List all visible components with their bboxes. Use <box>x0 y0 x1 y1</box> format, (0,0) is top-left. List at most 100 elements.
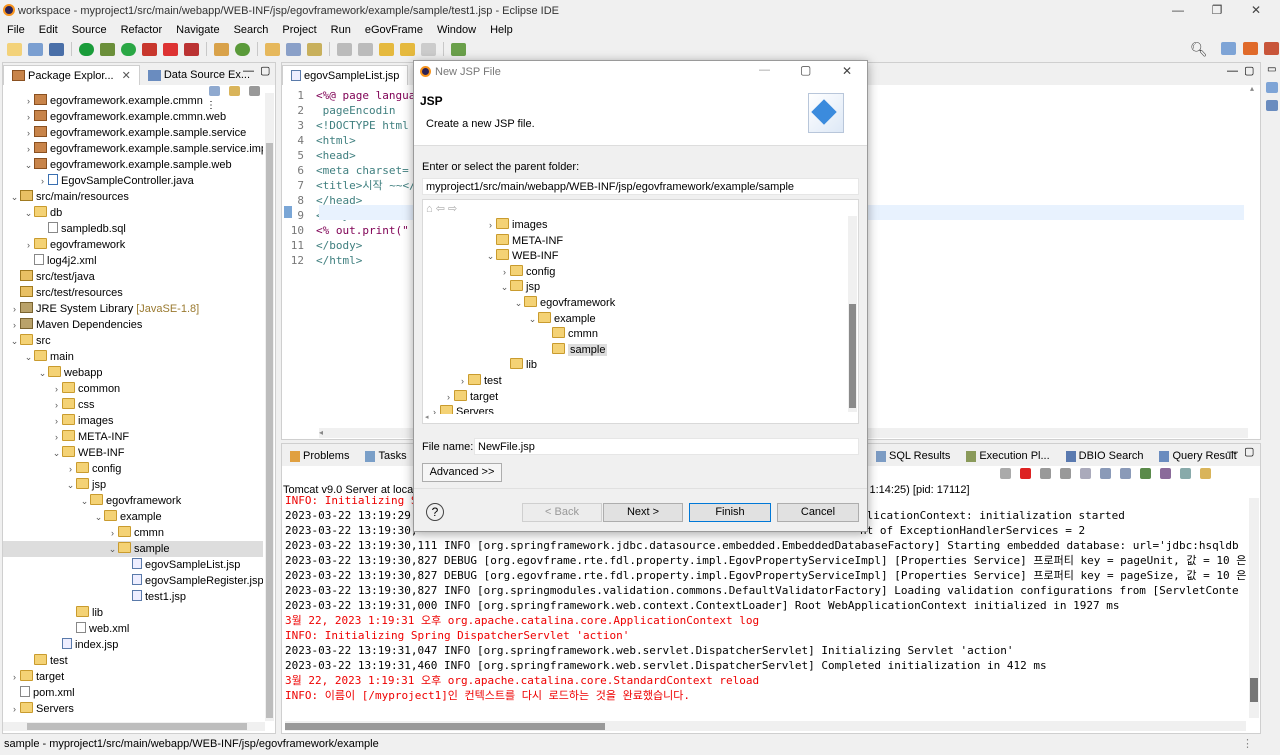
tree-item[interactable]: ⌄ db <box>3 205 263 221</box>
menu-egovframe[interactable]: eGovFrame <box>358 24 430 36</box>
console-horizontal-scrollbar[interactable] <box>285 721 1246 731</box>
tree-item[interactable]: › Servers <box>3 701 263 717</box>
menu-run[interactable]: Run <box>324 24 358 36</box>
tree-item[interactable]: web.xml <box>3 621 263 637</box>
tree-item[interactable]: › target <box>3 669 263 685</box>
tree-item[interactable]: › EgovSampleController.java <box>3 173 263 189</box>
tree-item[interactable]: › cmmn <box>3 525 263 541</box>
tree-item[interactable]: › images <box>3 413 263 429</box>
folder-tree-item[interactable]: cmmn <box>423 327 843 343</box>
open-type-icon[interactable] <box>265 42 280 56</box>
explorer-vertical-scrollbar[interactable] <box>265 93 274 721</box>
java-ee-perspective-icon[interactable] <box>1243 42 1258 55</box>
close-button[interactable]: ✕ <box>1236 0 1276 21</box>
run-icon[interactable] <box>121 42 136 56</box>
tree-item[interactable]: egovSampleList.jsp <box>3 557 263 573</box>
external-tools-icon[interactable] <box>184 42 199 56</box>
menu-navigate[interactable]: Navigate <box>169 24 226 36</box>
dialog-minimize-button[interactable]: — <box>759 64 770 76</box>
menu-edit[interactable]: Edit <box>32 24 65 36</box>
chevron-right-icon[interactable]: › <box>23 93 34 109</box>
tree-forward-icon[interactable]: ⇨ <box>448 203 457 215</box>
folder-tree-item[interactable]: ⌄ egovframework <box>423 295 843 312</box>
tree-item[interactable]: ⌄ main <box>3 349 263 365</box>
explorer-scroll-thumb[interactable] <box>266 143 273 718</box>
chevron-right-icon[interactable]: › <box>485 218 496 234</box>
tree-item[interactable]: src/test/resources <box>3 285 263 301</box>
chevron-down-icon[interactable]: ⌄ <box>37 365 48 381</box>
display-console-icon[interactable] <box>1180 468 1191 479</box>
chevron-down-icon[interactable]: ⌄ <box>527 312 538 328</box>
save-icon[interactable] <box>28 42 43 56</box>
chevron-down-icon[interactable]: ⌄ <box>51 445 62 461</box>
bottom-maximize-icon[interactable]: ▢ <box>1244 445 1254 458</box>
next-button[interactable]: Next > <box>603 503 683 522</box>
tab-package-explorer[interactable]: Package Explor... ✕ <box>3 65 140 85</box>
prev-annotation-icon[interactable] <box>358 42 373 56</box>
advanced-button[interactable]: Advanced >> <box>422 463 502 482</box>
chevron-right-icon[interactable]: › <box>23 125 34 141</box>
tree-item[interactable]: › css <box>3 397 263 413</box>
tree-item[interactable]: ⌄ sample <box>3 541 263 557</box>
console-icon[interactable] <box>49 42 64 56</box>
explorer-hscroll-thumb[interactable] <box>27 723 247 730</box>
folder-tree-item[interactable]: sample <box>423 342 843 359</box>
chevron-down-icon[interactable]: ⌄ <box>93 509 104 525</box>
tree-item[interactable]: test <box>3 653 263 669</box>
chevron-down-icon[interactable]: ⌄ <box>65 477 76 493</box>
chevron-down-icon[interactable]: ⌄ <box>23 349 34 365</box>
word-wrap-icon[interactable] <box>1120 468 1131 479</box>
cancel-button[interactable]: Cancel <box>777 503 859 522</box>
tab-tasks[interactable]: Tasks <box>357 446 414 466</box>
chevron-right-icon[interactable]: › <box>9 669 20 685</box>
chevron-right-icon[interactable]: › <box>23 109 34 125</box>
chevron-right-icon[interactable]: › <box>51 381 62 397</box>
dialog-maximize-button[interactable]: ▢ <box>800 63 811 77</box>
menu-window[interactable]: Window <box>430 24 483 36</box>
show-on-error-icon[interactable] <box>1160 468 1171 479</box>
tab-execution-plan[interactable]: Execution Pl... <box>958 446 1057 466</box>
show-on-output-icon[interactable] <box>1140 468 1151 479</box>
bottom-minimize-icon[interactable]: — <box>1227 446 1238 458</box>
console-scroll-thumb[interactable] <box>1250 678 1258 702</box>
tab-egov-sample-list[interactable]: egovSampleList.jsp <box>282 65 409 85</box>
chevron-right-icon[interactable]: › <box>23 237 34 253</box>
minimize-view-icon[interactable]: — <box>243 65 254 77</box>
chevron-right-icon[interactable]: › <box>107 525 118 541</box>
disconnect-icon[interactable] <box>1000 468 1011 479</box>
tree-back-icon[interactable]: ⇦ <box>436 203 445 215</box>
folder-tree-item[interactable]: ⌄ example <box>423 311 843 328</box>
chevron-right-icon[interactable]: › <box>23 141 34 157</box>
clear-console-icon[interactable] <box>1080 468 1091 479</box>
tree-item[interactable]: log4j2.xml <box>3 253 263 269</box>
folder-tree-vscroll[interactable] <box>848 216 857 412</box>
folder-tree-item[interactable]: › test <box>423 373 843 390</box>
trim-minimize-icon[interactable]: ▭ <box>1267 64 1276 75</box>
tree-item[interactable]: ⌄ egovframework.example.sample.web <box>3 157 263 173</box>
debug-icon[interactable] <box>100 42 115 56</box>
tree-item[interactable]: ⌄ WEB-INF <box>3 445 263 461</box>
folder-tree-item[interactable]: › target <box>423 389 843 406</box>
forward-icon[interactable] <box>400 42 415 56</box>
outline-icon[interactable] <box>1266 82 1278 93</box>
chevron-down-icon[interactable]: ⌄ <box>23 205 34 221</box>
chevron-down-icon[interactable]: ⌄ <box>513 296 524 312</box>
chevron-down-icon[interactable]: ⌄ <box>23 157 34 173</box>
folder-tree-item[interactable]: › images <box>423 218 843 234</box>
folder-input[interactable]: myproject1/src/main/webapp/WEB-INF/jsp/e… <box>422 178 859 195</box>
tree-item[interactable]: › egovframework <box>3 237 263 253</box>
explorer-horizontal-scrollbar[interactable] <box>3 722 265 731</box>
tree-item[interactable]: ⌄ egovframework <box>3 493 263 509</box>
tree-item[interactable]: test1.jsp <box>3 589 263 605</box>
editor-vertical-scrollbar[interactable]: ▴ <box>1250 84 1259 427</box>
next-annotation-icon[interactable] <box>337 42 352 56</box>
tree-item[interactable]: › egovframework.example.sample.service.im… <box>3 141 263 157</box>
folder-tree-vscroll-thumb[interactable] <box>849 304 856 408</box>
maximize-view-icon[interactable]: ▢ <box>260 64 270 77</box>
new-project-icon[interactable] <box>214 42 229 56</box>
folder-tree-item[interactable]: ⌄ WEB-INF <box>423 249 843 265</box>
tab-dbio-search[interactable]: DBIO Search <box>1058 446 1152 466</box>
remove-all-icon[interactable] <box>1060 468 1071 479</box>
chevron-right-icon[interactable]: › <box>9 317 20 333</box>
console-vertical-scrollbar[interactable] <box>1249 498 1259 718</box>
